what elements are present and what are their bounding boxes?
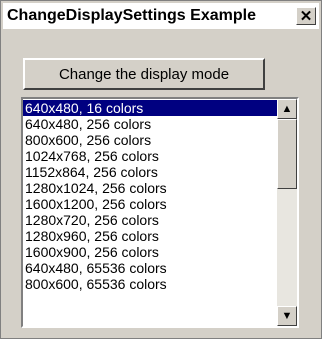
arrow-up-icon: ▲: [281, 102, 293, 115]
list-item[interactable]: 1024x768, 256 colors: [23, 148, 277, 164]
close-icon: ✕: [299, 7, 313, 25]
change-display-mode-button[interactable]: Change the display mode: [23, 58, 265, 90]
list-item[interactable]: 800x600, 65536 colors: [23, 276, 277, 292]
list-item[interactable]: 800x600, 256 colors: [23, 132, 277, 148]
client-area: Change the display mode 640x480, 16 colo…: [3, 31, 319, 336]
display-modes-listbox[interactable]: 640x480, 16 colors 640x480, 256 colors 800…: [21, 97, 299, 328]
list-item[interactable]: 1152x864, 256 colors: [23, 164, 277, 180]
list-item[interactable]: 1600x1200, 256 colors: [23, 196, 277, 212]
list-item[interactable]: 640x480, 65536 colors: [23, 260, 277, 276]
list-item[interactable]: 1280x720, 256 colors: [23, 212, 277, 228]
list-item[interactable]: 1280x1024, 256 colors: [23, 180, 277, 196]
window-title: ChangeDisplaySettings Example: [7, 7, 256, 24]
list-item[interactable]: 1600x900, 256 colors: [23, 244, 277, 260]
list-items-container: 640x480, 16 colors 640x480, 256 colors 800…: [23, 99, 277, 326]
title-bar[interactable]: ChangeDisplaySettings Example ✕: [3, 3, 319, 29]
list-item[interactable]: 640x480, 16 colors: [23, 100, 277, 116]
arrow-down-icon: ▼: [281, 309, 293, 322]
scroll-thumb[interactable]: [277, 119, 297, 189]
scroll-up-button[interactable]: ▲: [277, 99, 297, 119]
close-button[interactable]: ✕: [296, 7, 316, 25]
list-item[interactable]: 1280x960, 256 colors: [23, 228, 277, 244]
list-item[interactable]: 640x480, 256 colors: [23, 116, 277, 132]
scroll-down-button[interactable]: ▼: [277, 306, 297, 326]
vertical-scrollbar[interactable]: ▲ ▼: [277, 99, 297, 326]
dialog-window: ChangeDisplaySettings Example ✕ Change t…: [0, 0, 322, 339]
